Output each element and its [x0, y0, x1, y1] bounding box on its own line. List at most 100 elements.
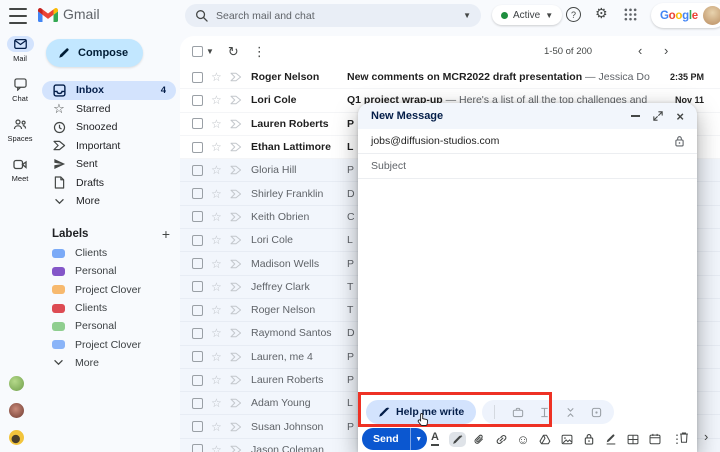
label-item[interactable]: Project Clover — [42, 335, 176, 353]
search-input[interactable]: Search mail and chat ▼ — [185, 4, 481, 27]
email-checkbox[interactable] — [192, 397, 203, 409]
label-item[interactable]: Clients — [42, 244, 176, 262]
subject-field[interactable]: Subject — [358, 154, 697, 179]
pop-out-icon[interactable] — [653, 111, 664, 121]
importance-marker-icon[interactable] — [230, 165, 242, 175]
lock-icon[interactable] — [675, 135, 684, 147]
refine-elaborate-icon[interactable] — [539, 407, 550, 418]
insert-signature-icon[interactable] — [600, 433, 622, 445]
discard-draft-trash-icon[interactable] — [678, 431, 690, 444]
rail-item-meet[interactable]: Meet — [0, 156, 40, 183]
google-apps-grid-icon[interactable] — [624, 8, 637, 21]
email-checkbox[interactable] — [192, 421, 203, 433]
help-me-write-button[interactable]: Help me write — [366, 400, 477, 424]
email-checkbox[interactable] — [192, 327, 203, 339]
compose-button[interactable]: Compose — [46, 39, 144, 67]
email-checkbox[interactable] — [192, 444, 203, 452]
side-panel-chevron-icon[interactable]: › — [704, 429, 708, 444]
attach-file-icon[interactable] — [468, 433, 490, 446]
star-icon[interactable]: ☆ — [211, 210, 224, 224]
star-icon[interactable]: ☆ — [211, 420, 224, 434]
minimize-icon[interactable] — [631, 115, 641, 117]
importance-marker-icon[interactable] — [230, 189, 242, 199]
user-avatar[interactable] — [702, 6, 720, 25]
star-icon[interactable]: ☆ — [211, 233, 224, 247]
sidebar-item-snoozed[interactable]: Snoozed — [42, 118, 176, 137]
insert-link-icon[interactable] — [490, 433, 512, 446]
importance-marker-icon[interactable] — [230, 235, 242, 245]
refresh-icon[interactable]: ↻ — [228, 45, 239, 58]
star-icon[interactable]: ☆ — [211, 257, 224, 271]
star-icon[interactable]: ☆ — [211, 303, 224, 317]
email-checkbox[interactable] — [192, 258, 203, 270]
email-checkbox[interactable] — [192, 94, 203, 106]
importance-marker-icon[interactable] — [230, 142, 242, 152]
refine-shorten-icon[interactable] — [565, 407, 576, 418]
more-options-icon[interactable]: ⋮ — [253, 45, 266, 58]
importance-marker-icon[interactable] — [230, 72, 242, 82]
rail-item-spaces[interactable]: Spaces — [0, 116, 40, 143]
hamburger-menu-icon[interactable] — [9, 8, 27, 24]
email-checkbox[interactable] — [192, 118, 203, 130]
chat-contact-avatar[interactable] — [8, 430, 24, 445]
newer-page-chevron-icon[interactable]: ‹ — [638, 43, 642, 58]
labels-more[interactable]: More — [42, 354, 176, 372]
sidebar-item-important[interactable]: Important — [42, 137, 176, 156]
label-item[interactable]: Project Clover — [42, 281, 176, 299]
star-icon[interactable]: ☆ — [211, 373, 224, 387]
label-item[interactable]: Personal — [42, 262, 176, 280]
star-icon[interactable]: ☆ — [211, 350, 224, 364]
refine-lucky-icon[interactable] — [591, 407, 602, 418]
email-checkbox[interactable] — [192, 211, 203, 223]
sidebar-item-sent[interactable]: Sent — [42, 155, 176, 174]
importance-marker-icon[interactable] — [230, 282, 242, 292]
refine-formalize-icon[interactable] — [512, 407, 524, 418]
email-checkbox[interactable] — [192, 351, 203, 363]
importance-marker-icon[interactable] — [230, 212, 242, 222]
star-icon[interactable]: ☆ — [211, 117, 224, 131]
chat-contact-avatar[interactable] — [8, 376, 24, 391]
email-checkbox[interactable] — [192, 188, 203, 200]
importance-marker-icon[interactable] — [230, 445, 242, 452]
calendar-icon[interactable] — [644, 433, 666, 445]
star-icon[interactable]: ☆ — [211, 187, 224, 201]
label-item[interactable]: Clients — [42, 299, 176, 317]
star-icon[interactable]: ☆ — [211, 280, 224, 294]
star-icon[interactable]: ☆ — [211, 163, 224, 177]
compose-header[interactable]: New Message × — [358, 103, 697, 129]
star-icon[interactable]: ☆ — [211, 70, 224, 84]
sidebar-item-drafts[interactable]: Drafts — [42, 174, 176, 193]
drive-icon[interactable] — [534, 434, 556, 445]
email-checkbox[interactable] — [192, 164, 203, 176]
email-checkbox[interactable] — [192, 234, 203, 246]
send-button[interactable]: Send ▼ — [362, 428, 427, 450]
sidebar-item-more[interactable]: More — [42, 192, 176, 211]
older-page-chevron-icon[interactable]: › — [664, 43, 668, 58]
email-checkbox[interactable] — [192, 71, 203, 83]
importance-marker-icon[interactable] — [230, 375, 242, 385]
star-icon[interactable]: ☆ — [211, 140, 224, 154]
email-row[interactable]: ☆ Roger Nelson New comments on MCR2022 d… — [180, 66, 720, 90]
help-icon[interactable]: ? — [566, 7, 581, 22]
search-options-caret-icon[interactable]: ▼ — [463, 11, 471, 20]
importance-marker-icon[interactable] — [230, 259, 242, 269]
rail-item-chat[interactable]: Chat — [0, 76, 40, 103]
email-checkbox[interactable] — [192, 141, 203, 153]
chat-contact-avatar[interactable] — [8, 403, 24, 418]
add-label-plus-icon[interactable]: + — [162, 226, 170, 242]
select-dropdown-caret-icon[interactable]: ▼ — [206, 47, 214, 56]
recipients-field[interactable]: jobs@diffusion-studios.com — [358, 129, 697, 154]
importance-marker-icon[interactable] — [230, 305, 242, 315]
star-icon[interactable]: ☆ — [211, 396, 224, 410]
close-icon[interactable]: × — [676, 110, 684, 123]
insert-emoji-icon[interactable]: ☺ — [512, 433, 534, 446]
grid-table-icon[interactable] — [622, 434, 644, 445]
importance-marker-icon[interactable] — [230, 352, 242, 362]
importance-marker-icon[interactable] — [230, 422, 242, 432]
email-checkbox[interactable] — [192, 281, 203, 293]
importance-marker-icon[interactable] — [230, 328, 242, 338]
sidebar-item-inbox[interactable]: Inbox 4 — [42, 81, 176, 100]
star-icon[interactable]: ☆ — [211, 93, 224, 107]
status-selector[interactable]: Active ▼ — [492, 5, 563, 25]
star-icon[interactable]: ☆ — [211, 443, 224, 452]
